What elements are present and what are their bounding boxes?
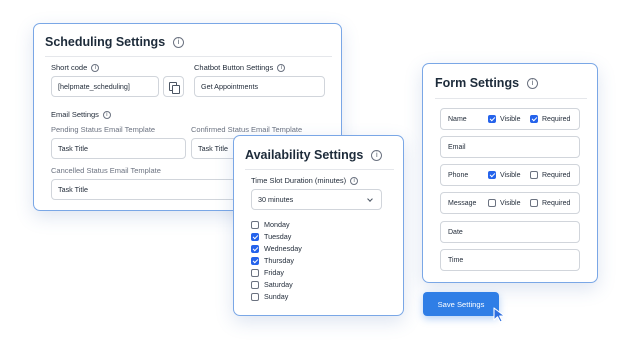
- info-icon[interactable]: i: [371, 149, 383, 161]
- pending-template-label: Pending Status Email Template: [51, 125, 156, 134]
- visible-label: Visible: [500, 199, 521, 207]
- info-icon[interactable]: i: [91, 63, 100, 72]
- availability-settings-title: Availability Settings: [245, 148, 364, 162]
- form-field-label: Time: [448, 256, 464, 264]
- required-label: Required: [542, 171, 571, 179]
- info-icon[interactable]: i: [350, 176, 359, 185]
- visible-checkbox[interactable]: [488, 171, 496, 179]
- form-settings-title: Form Settings: [435, 76, 520, 90]
- visible-label: Visible: [500, 171, 521, 179]
- form-field-row-message: Message Visible Required: [440, 192, 580, 214]
- scheduling-settings-title: Scheduling Settings: [45, 35, 166, 49]
- day-label: Saturday: [264, 280, 293, 289]
- short-code-field[interactable]: [helpmate_scheduling]: [51, 76, 159, 97]
- day-label: Friday: [264, 268, 284, 277]
- info-icon[interactable]: i: [277, 63, 286, 72]
- day-label: Tuesday: [264, 232, 292, 241]
- form-field-row-date: Date: [440, 221, 580, 243]
- availability-divider: [245, 169, 394, 170]
- visible-option[interactable]: Visible: [488, 115, 521, 123]
- form-settings-header: Form Settings i: [435, 76, 539, 90]
- cursor-icon: [493, 307, 506, 323]
- day-checkbox[interactable]: [251, 220, 259, 229]
- visible-checkbox[interactable]: [488, 199, 496, 207]
- visible-checkbox[interactable]: [488, 115, 496, 123]
- time-slot-duration-label: Time Slot Duration (minutes) i: [251, 176, 359, 185]
- form-settings-card: Form Settings i Name Visible Required Em…: [422, 63, 598, 283]
- cancelled-template-label: Cancelled Status Email Template: [51, 166, 161, 175]
- required-checkbox[interactable]: [530, 115, 538, 123]
- chatbot-button-field[interactable]: Get Appointments: [194, 76, 325, 97]
- scheduling-settings-header: Scheduling Settings i: [45, 35, 185, 49]
- info-icon[interactable]: i: [102, 110, 111, 119]
- chatbot-button-label: Chatbot Button Settings i: [194, 63, 286, 72]
- day-option[interactable]: Tuesday: [251, 232, 291, 241]
- info-icon[interactable]: i: [527, 77, 539, 89]
- confirmed-template-label: Confirmed Status Email Template: [191, 125, 303, 134]
- save-settings-button[interactable]: Save Settings: [423, 292, 499, 316]
- chevron-down-icon: [367, 196, 373, 202]
- required-checkbox[interactable]: [530, 171, 538, 179]
- form-field-label: Email: [448, 143, 466, 151]
- required-checkbox[interactable]: [530, 199, 538, 207]
- day-checkbox[interactable]: [251, 232, 259, 241]
- form-field-label: Phone: [448, 171, 469, 179]
- day-checkbox[interactable]: [251, 268, 259, 277]
- day-option[interactable]: Saturday: [251, 280, 293, 289]
- short-code-label: Short code i: [51, 63, 100, 72]
- form-field-row-name: Name Visible Required: [440, 108, 580, 130]
- required-label: Required: [542, 115, 571, 123]
- day-option[interactable]: Wednesday: [251, 244, 302, 253]
- copy-button[interactable]: [163, 76, 184, 97]
- form-field-row-phone: Phone Visible Required: [440, 164, 580, 186]
- availability-settings-header: Availability Settings i: [245, 148, 383, 162]
- form-field-label: Message: [448, 199, 477, 207]
- time-slot-duration-select[interactable]: 30 minutes: [251, 189, 382, 210]
- day-checkbox[interactable]: [251, 244, 259, 253]
- day-label: Thursday: [264, 256, 294, 265]
- visible-label: Visible: [500, 115, 521, 123]
- day-checkbox[interactable]: [251, 292, 259, 301]
- visible-option[interactable]: Visible: [488, 171, 521, 179]
- required-option[interactable]: Required: [530, 115, 570, 123]
- required-option[interactable]: Required: [530, 171, 570, 179]
- email-settings-label: Email Settings i: [51, 110, 111, 119]
- day-option[interactable]: Monday: [251, 220, 290, 229]
- info-icon[interactable]: i: [173, 36, 185, 48]
- day-label: Monday: [264, 220, 290, 229]
- day-option[interactable]: Thursday: [251, 256, 294, 265]
- required-option[interactable]: Required: [530, 199, 570, 207]
- required-label: Required: [542, 199, 571, 207]
- form-field-row-email: Email: [440, 136, 580, 158]
- day-label: Sunday: [264, 292, 289, 301]
- time-slot-duration-value: 30 minutes: [258, 195, 294, 204]
- cancelled-template-field[interactable]: Task Title: [51, 179, 246, 200]
- visible-option[interactable]: Visible: [488, 199, 521, 207]
- day-checkbox[interactable]: [251, 256, 259, 265]
- form-field-label: Name: [448, 115, 467, 123]
- pending-template-field[interactable]: Task Title: [51, 138, 186, 159]
- copy-icon-back: [172, 85, 180, 94]
- availability-settings-card: Availability Settings i Time Slot Durati…: [233, 135, 404, 316]
- day-option[interactable]: Sunday: [251, 292, 288, 301]
- day-label: Wednesday: [264, 244, 302, 253]
- form-field-row-time: Time: [440, 249, 580, 271]
- form-field-label: Date: [448, 228, 463, 236]
- form-settings-divider: [435, 98, 587, 99]
- day-option[interactable]: Friday: [251, 268, 284, 277]
- day-checkbox[interactable]: [251, 280, 259, 289]
- scheduling-divider: [45, 56, 332, 57]
